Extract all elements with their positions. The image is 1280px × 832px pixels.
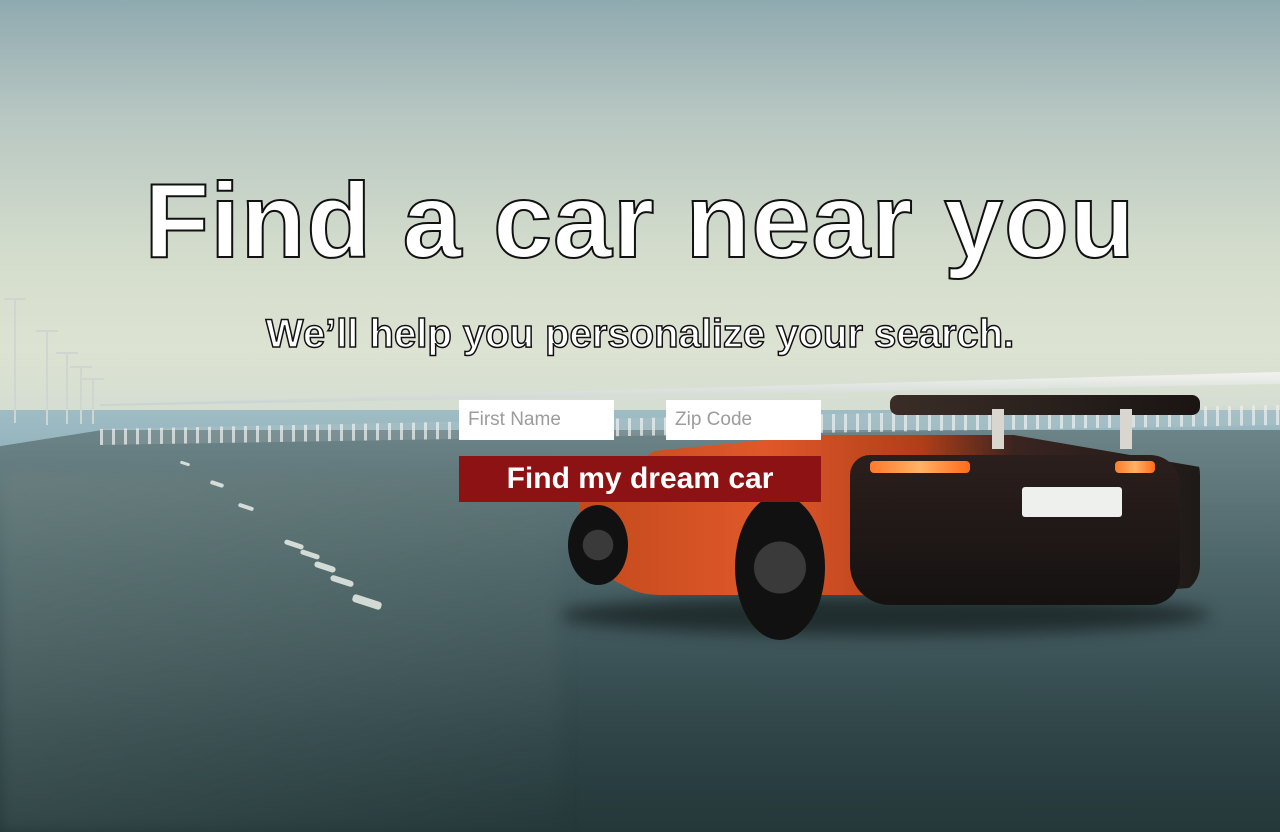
road-motion-blur <box>0 470 560 832</box>
page-title: Find a car near you <box>144 161 1136 281</box>
wheel <box>568 505 628 585</box>
search-form <box>459 400 821 440</box>
street-lamp <box>70 366 92 424</box>
zip-code-input[interactable] <box>666 400 821 440</box>
wheel <box>735 495 825 640</box>
street-lamp <box>82 378 104 424</box>
street-lamp <box>56 352 78 424</box>
page-subtitle: We’ll help you personalize your search. <box>265 311 1015 357</box>
license-plate <box>1022 487 1122 517</box>
first-name-input[interactable] <box>459 400 614 440</box>
rear-spoiler <box>890 395 1200 415</box>
tail-light <box>870 461 970 473</box>
tail-light <box>1115 461 1155 473</box>
find-dream-car-button[interactable]: Find my dream car <box>459 456 821 502</box>
